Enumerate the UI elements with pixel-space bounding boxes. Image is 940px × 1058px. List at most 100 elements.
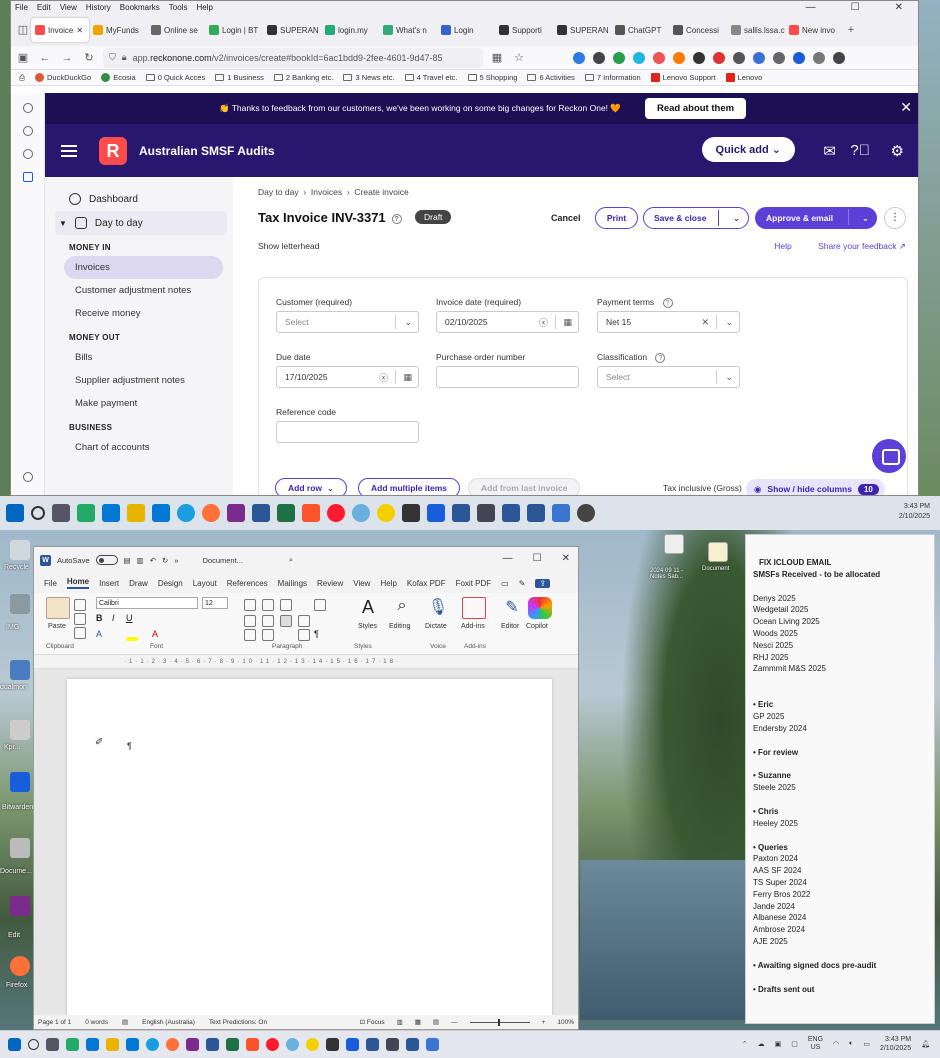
editor-button[interactable]: Editor xyxy=(501,623,519,630)
app-icon[interactable] xyxy=(102,504,120,522)
styles-button[interactable]: Styles xyxy=(358,623,377,630)
tray-app-icon[interactable]: ▢ xyxy=(791,1040,798,1048)
browser-tab[interactable]: SUPERAN xyxy=(263,18,321,42)
clear-icon[interactable]: ⓧ xyxy=(379,371,388,384)
share-icon[interactable]: ⇪ xyxy=(535,578,551,588)
tab-references[interactable]: References xyxy=(227,579,268,588)
line-spacing-icon[interactable] xyxy=(298,615,310,627)
sidebar-history-icon[interactable] xyxy=(22,149,33,159)
company-name[interactable]: Australian SMSF Audits xyxy=(139,144,275,158)
bookmark-folder[interactable]: 4 Travel etc. xyxy=(404,73,458,82)
help-icon[interactable]: ? xyxy=(662,297,673,308)
copy-icon[interactable] xyxy=(74,613,86,625)
app-icon[interactable] xyxy=(366,1038,379,1051)
payment-terms-select[interactable]: Net 15 ✕ ⌄ xyxy=(597,311,740,333)
clear-icon[interactable]: ✕ xyxy=(701,317,709,328)
borders-icon[interactable] xyxy=(262,629,274,641)
document-page[interactable]: ✐ ¶ xyxy=(67,679,552,1024)
chevron-down-icon[interactable]: ⌄ xyxy=(733,213,740,224)
cancel-button[interactable]: Cancel xyxy=(551,213,581,223)
bookmark-duckduckgo[interactable]: DuckDuckGo xyxy=(35,73,91,82)
sticky-note[interactable]: FIX ICLOUD EMAIL SMSFs Received - to be … xyxy=(745,534,935,1024)
menu-help[interactable]: Help xyxy=(196,3,212,12)
firefox-icon[interactable] xyxy=(166,1038,179,1051)
comments-icon[interactable]: ▭ xyxy=(501,579,509,588)
search-icon[interactable] xyxy=(31,506,45,520)
quick-access-icon[interactable]: ▥ xyxy=(137,556,144,565)
nav-receive-money[interactable]: Receive money xyxy=(45,302,233,325)
align-left-icon[interactable] xyxy=(244,615,256,627)
copilot-button[interactable]: Copilot xyxy=(526,623,548,630)
nav-supplier-adjustment-notes[interactable]: Supplier adjustment notes xyxy=(45,369,233,392)
multilevel-list-icon[interactable] xyxy=(280,599,292,611)
add-row-button[interactable]: Add row ⌄ xyxy=(275,478,347,495)
highlight-icon[interactable] xyxy=(126,637,138,641)
sidebar-toggle-icon[interactable]: ▣ xyxy=(15,50,31,66)
tab-mailings[interactable]: Mailings xyxy=(278,579,307,588)
tab-overview-icon[interactable]: ◫ xyxy=(15,22,31,38)
po-number-input[interactable] xyxy=(436,366,579,388)
qr-icon[interactable]: ▦ xyxy=(489,50,505,66)
format-painter-icon[interactable] xyxy=(74,627,86,639)
battery-icon[interactable]: ▭ xyxy=(863,1040,870,1048)
mail-icon[interactable]: ✉ xyxy=(823,142,836,160)
brave-icon[interactable] xyxy=(302,504,320,522)
shading-icon[interactable] xyxy=(244,629,256,641)
app-shortcut-icon[interactable] xyxy=(10,720,30,740)
app-icon[interactable] xyxy=(377,504,395,522)
word-icon[interactable] xyxy=(252,504,270,522)
extension-icon[interactable] xyxy=(673,51,685,64)
gear-icon[interactable]: ⚙ xyxy=(891,142,904,160)
browser-tab[interactable]: Login | BT xyxy=(205,18,263,42)
print-button[interactable]: Print xyxy=(595,207,638,229)
paste-button[interactable]: Paste xyxy=(48,623,66,630)
chevron-up-icon[interactable]: ⌃ xyxy=(742,1040,748,1048)
print-layout-icon[interactable]: ▦ xyxy=(415,1018,421,1026)
language-status[interactable]: English (Australia) xyxy=(142,1019,195,1026)
paste-icon[interactable] xyxy=(46,597,70,619)
font-size-select[interactable]: 12 xyxy=(202,597,228,609)
minimize-icon[interactable]: — xyxy=(503,553,513,564)
editing-button[interactable]: Editing xyxy=(389,623,410,630)
app-icon[interactable] xyxy=(477,504,495,522)
app-menu-icon[interactable] xyxy=(833,51,845,64)
tab-home[interactable]: Home xyxy=(66,577,90,589)
autosave-toggle[interactable] xyxy=(95,555,118,565)
read-mode-icon[interactable]: ▥ xyxy=(397,1018,403,1026)
document-file-icon[interactable] xyxy=(708,542,728,562)
tax-mode-text[interactable]: Tax inclusive (Gross) xyxy=(663,483,742,493)
save-close-button[interactable]: Save & close ⌄ xyxy=(643,207,749,229)
tab-review[interactable]: Review xyxy=(317,579,343,588)
pilcrow-icon[interactable]: ¶ xyxy=(314,629,326,641)
browser-tab[interactable]: New invo xyxy=(785,18,843,42)
menu-history[interactable]: History xyxy=(86,3,111,12)
justify-icon[interactable] xyxy=(280,615,292,627)
nav-make-payment[interactable]: Make payment xyxy=(45,392,233,415)
bookmark-folder[interactable]: 6 Activities xyxy=(527,73,575,82)
outlook-icon[interactable] xyxy=(126,1038,139,1051)
brave-icon[interactable] xyxy=(246,1038,259,1051)
browser-tab[interactable]: Invoice ✕ xyxy=(31,18,89,42)
show-letterhead-link[interactable]: Show letterhead xyxy=(258,241,319,251)
copilot-icon[interactable] xyxy=(528,597,552,619)
more-options-icon[interactable]: ⋮ xyxy=(884,207,906,229)
extension-icon[interactable] xyxy=(693,51,705,64)
bookmark-folder[interactable]: 7 Information xyxy=(584,73,641,82)
calendar-icon[interactable]: ▦ xyxy=(403,372,412,383)
taskbar-clock-bottom[interactable]: 3:43 PM 2/10/2025 xyxy=(880,1035,911,1053)
nav-customer-adjustment-notes[interactable]: Customer adjustment notes xyxy=(45,279,233,302)
editing-icon[interactable]: ⌕ xyxy=(390,597,414,619)
cloud-icon[interactable] xyxy=(352,504,370,522)
numbering-icon[interactable] xyxy=(262,599,274,611)
app-icon[interactable] xyxy=(406,1038,419,1051)
pdf-editor-icon[interactable] xyxy=(10,896,30,916)
nav-invoices[interactable]: Invoices xyxy=(64,256,223,279)
app-icon[interactable] xyxy=(86,1038,99,1051)
clear-icon[interactable]: ⓧ xyxy=(539,316,548,329)
browser-tab[interactable]: Supporti xyxy=(495,18,553,42)
chat-icon[interactable] xyxy=(872,439,906,473)
due-date-field[interactable]: 17/10/2025 ⓧ ▦ xyxy=(276,366,419,388)
bookmark-ecosia[interactable]: Ecosia xyxy=(101,73,136,82)
outlook-icon[interactable] xyxy=(152,504,170,522)
bookmark-folder[interactable]: 1 Business xyxy=(215,73,264,82)
